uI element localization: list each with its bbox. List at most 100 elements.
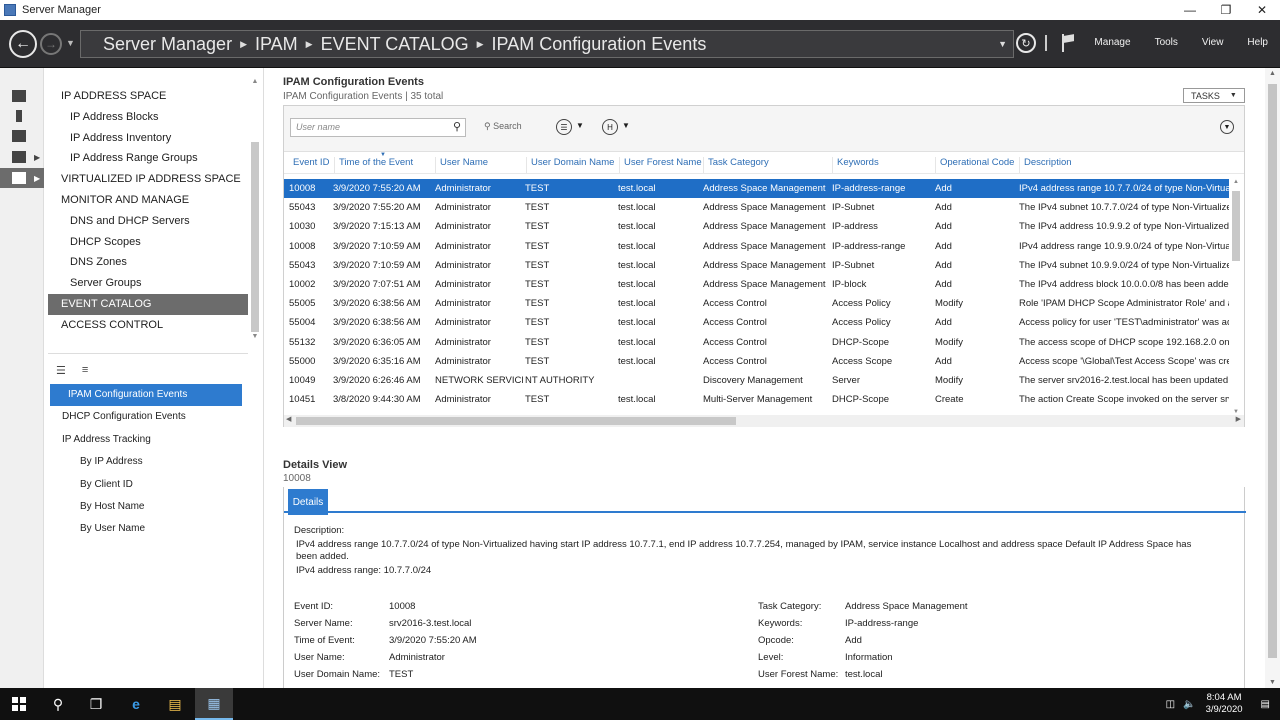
grid-horizontal-scrollbar[interactable]: ◀ ▶ <box>284 415 1244 427</box>
start-windows-icon[interactable] <box>12 697 26 711</box>
table-row[interactable]: 10030 3/9/2020 7:15:13 AM Administrator TES… <box>284 217 1229 236</box>
column-header-user-forest-name[interactable]: User Forest Name <box>619 157 702 173</box>
event-view-dhcp-configuration-events[interactable]: DHCP Configuration Events <box>50 406 242 428</box>
forward-arrow-icon[interactable]: → <box>40 33 62 55</box>
refresh-icon[interactable]: ↻ <box>1016 33 1036 53</box>
close-button[interactable]: ✕ <box>1244 0 1280 20</box>
event-view-ipam-configuration-events[interactable]: IPAM Configuration Events <box>50 384 242 407</box>
notification-center-icon[interactable]: ▤ <box>1261 699 1270 710</box>
search-button[interactable]: ⚲ Search <box>484 121 522 132</box>
breadcrumb-dropdown-icon[interactable]: ▼ <box>998 39 1007 49</box>
table-row[interactable]: 10008 3/9/2020 7:10:59 AM Administrator TES… <box>284 237 1229 256</box>
chevron-down-icon[interactable]: ▼ <box>622 121 630 130</box>
internet-explorer-icon[interactable]: e <box>124 694 148 714</box>
expand-collapse-icon[interactable]: ▼ <box>1220 120 1234 134</box>
scrollbar-thumb[interactable] <box>1232 191 1240 261</box>
tasks-dropdown[interactable]: TASKS ▼ <box>1183 88 1245 103</box>
table-cell: test.local <box>618 221 656 233</box>
event-view-ip-address-tracking[interactable]: IP Address Tracking <box>50 429 242 451</box>
table-row[interactable]: 55043 3/9/2020 7:55:20 AM Administrator TES… <box>284 198 1229 217</box>
table-row[interactable]: 55004 3/9/2020 6:38:56 AM Administrator TES… <box>284 313 1229 332</box>
clock[interactable]: 8:04 AM 3/9/2020 <box>1206 692 1243 716</box>
column-header-event-id[interactable]: Event ID <box>289 157 329 173</box>
column-header-user-domain-name[interactable]: User Domain Name <box>526 157 614 173</box>
file-explorer-icon[interactable]: ▤ <box>163 694 187 714</box>
scroll-down-icon[interactable]: ▼ <box>1265 679 1280 686</box>
tree-item-access-control[interactable]: ACCESS CONTROL <box>48 315 248 336</box>
event-view-by-ip-address[interactable]: By IP Address <box>50 451 242 473</box>
tree-item-event-catalog[interactable]: EVENT CATALOG <box>48 293 248 315</box>
task-view-icon[interactable]: ❐ <box>84 694 108 714</box>
server-manager-taskbar-icon[interactable]: ▦ <box>195 688 233 720</box>
breadcrumb-server-manager[interactable]: Server Manager <box>103 34 232 55</box>
local-server-nav-item[interactable] <box>6 106 42 126</box>
tree-item-server-groups[interactable]: Server Groups <box>48 273 248 294</box>
tree-view-icon[interactable]: ≡ <box>82 364 88 377</box>
event-view-by-client-id[interactable]: By Client ID <box>50 474 242 496</box>
ipam-nav-item[interactable]: ▶ <box>0 168 44 188</box>
chevron-down-icon[interactable]: ▼ <box>576 121 584 130</box>
tree-item-dns-and-dhcp-servers[interactable]: DNS and DHCP Servers <box>48 211 248 232</box>
column-header-description[interactable]: Description <box>1019 157 1072 173</box>
file-storage-nav-item[interactable]: ▶ <box>6 147 42 167</box>
tree-item-ip-address-space[interactable]: IP ADDRESS SPACE <box>48 86 248 107</box>
search-input[interactable]: User name ⚲ <box>290 118 466 137</box>
save-query-icon[interactable]: H <box>602 119 618 135</box>
column-header-time-of-the-event[interactable]: Time of the Event <box>334 157 413 173</box>
table-row[interactable]: 55132 3/9/2020 6:36:05 AM Administrator TES… <box>284 333 1229 352</box>
menu-view[interactable]: View <box>1202 37 1224 48</box>
network-icon[interactable]: ◫ <box>1166 699 1175 710</box>
tree-item-dns-zones[interactable]: DNS Zones <box>48 252 248 273</box>
list-view-icon[interactable]: ☰ <box>56 364 66 377</box>
event-view-by-host-name[interactable]: By Host Name <box>50 496 242 518</box>
tree-item-ip-address-blocks[interactable]: IP Address Blocks <box>48 107 248 128</box>
table-row[interactable]: 10451 3/8/2020 9:44:30 AM Administrator TES… <box>284 390 1229 409</box>
event-view-by-user-name[interactable]: By User Name <box>50 518 242 540</box>
tree-item-virtualized-ip-address-space[interactable]: VIRTUALIZED IP ADDRESS SPACE <box>48 169 248 190</box>
view-options-icon[interactable]: ☰ <box>556 119 572 135</box>
scroll-up-icon[interactable]: ▲ <box>1265 70 1280 77</box>
table-row[interactable]: 55005 3/9/2020 6:38:56 AM Administrator TES… <box>284 294 1229 313</box>
scroll-right-icon[interactable]: ▶ <box>1236 415 1241 423</box>
volume-icon[interactable]: 🔈 <box>1183 699 1195 710</box>
breadcrumb-event-catalog[interactable]: EVENT CATALOG <box>321 34 469 55</box>
main-vertical-scrollbar[interactable]: ▲ ▼ <box>1265 68 1280 688</box>
search-icon[interactable]: ⚲ <box>453 120 461 133</box>
table-row[interactable]: 10002 3/9/2020 7:07:51 AM Administrator TES… <box>284 275 1229 294</box>
table-row[interactable]: 55000 3/9/2020 6:35:16 AM Administrator TES… <box>284 352 1229 371</box>
detail-label: Keywords: <box>758 618 803 629</box>
scroll-down-icon[interactable]: ▼ <box>250 333 260 340</box>
history-dropdown-icon[interactable]: ▼ <box>66 38 75 48</box>
tree-item-ip-address-range-groups[interactable]: IP Address Range Groups <box>48 148 248 169</box>
search-icon[interactable]: ⚲ <box>46 694 70 714</box>
column-header-keywords[interactable]: Keywords <box>832 157 879 173</box>
minimize-button[interactable]: — <box>1172 0 1208 20</box>
tree-item-dhcp-scopes[interactable]: DHCP Scopes <box>48 232 248 253</box>
column-header-task-category[interactable]: Task Category <box>703 157 769 173</box>
scroll-up-icon[interactable]: ▲ <box>1229 179 1243 185</box>
scrollbar-thumb[interactable] <box>1268 84 1277 658</box>
scroll-left-icon[interactable]: ◀ <box>286 415 291 423</box>
table-row[interactable]: 55043 3/9/2020 7:10:59 AM Administrator TES… <box>284 256 1229 275</box>
scroll-up-icon[interactable]: ▲ <box>250 78 260 85</box>
all-servers-nav-item[interactable] <box>6 126 42 146</box>
column-header-user-name[interactable]: User Name <box>435 157 488 173</box>
table-cell: test.local <box>618 298 656 310</box>
breadcrumb-ipam[interactable]: IPAM <box>255 34 298 55</box>
table-row[interactable]: 10008 3/9/2020 7:55:20 AM Administrator TES… <box>284 179 1229 199</box>
table-row[interactable]: 10049 3/9/2020 6:26:46 AM NETWORK SERVICE N… <box>284 371 1229 390</box>
tab-details[interactable]: Details <box>288 489 328 515</box>
scrollbar-thumb[interactable] <box>296 417 736 425</box>
tree-item-ip-address-inventory[interactable]: IP Address Inventory <box>48 128 248 149</box>
maximize-button[interactable]: ❐ <box>1208 0 1244 20</box>
grid-vertical-scrollbar[interactable]: ▲ ▼ <box>1229 179 1243 415</box>
scrollbar-thumb[interactable] <box>251 142 259 332</box>
tree-item-monitor-and-manage[interactable]: MONITOR AND MANAGE <box>48 190 248 211</box>
column-header-operational-code[interactable]: Operational Code <box>935 157 1014 173</box>
tree-scrollbar[interactable]: ▲ ▼ <box>250 78 260 340</box>
back-arrow-icon[interactable]: ← <box>9 30 37 58</box>
menu-manage[interactable]: Manage <box>1094 37 1130 48</box>
menu-help[interactable]: Help <box>1247 37 1268 48</box>
menu-tools[interactable]: Tools <box>1155 37 1178 48</box>
dashboard-nav-item[interactable] <box>6 86 42 106</box>
